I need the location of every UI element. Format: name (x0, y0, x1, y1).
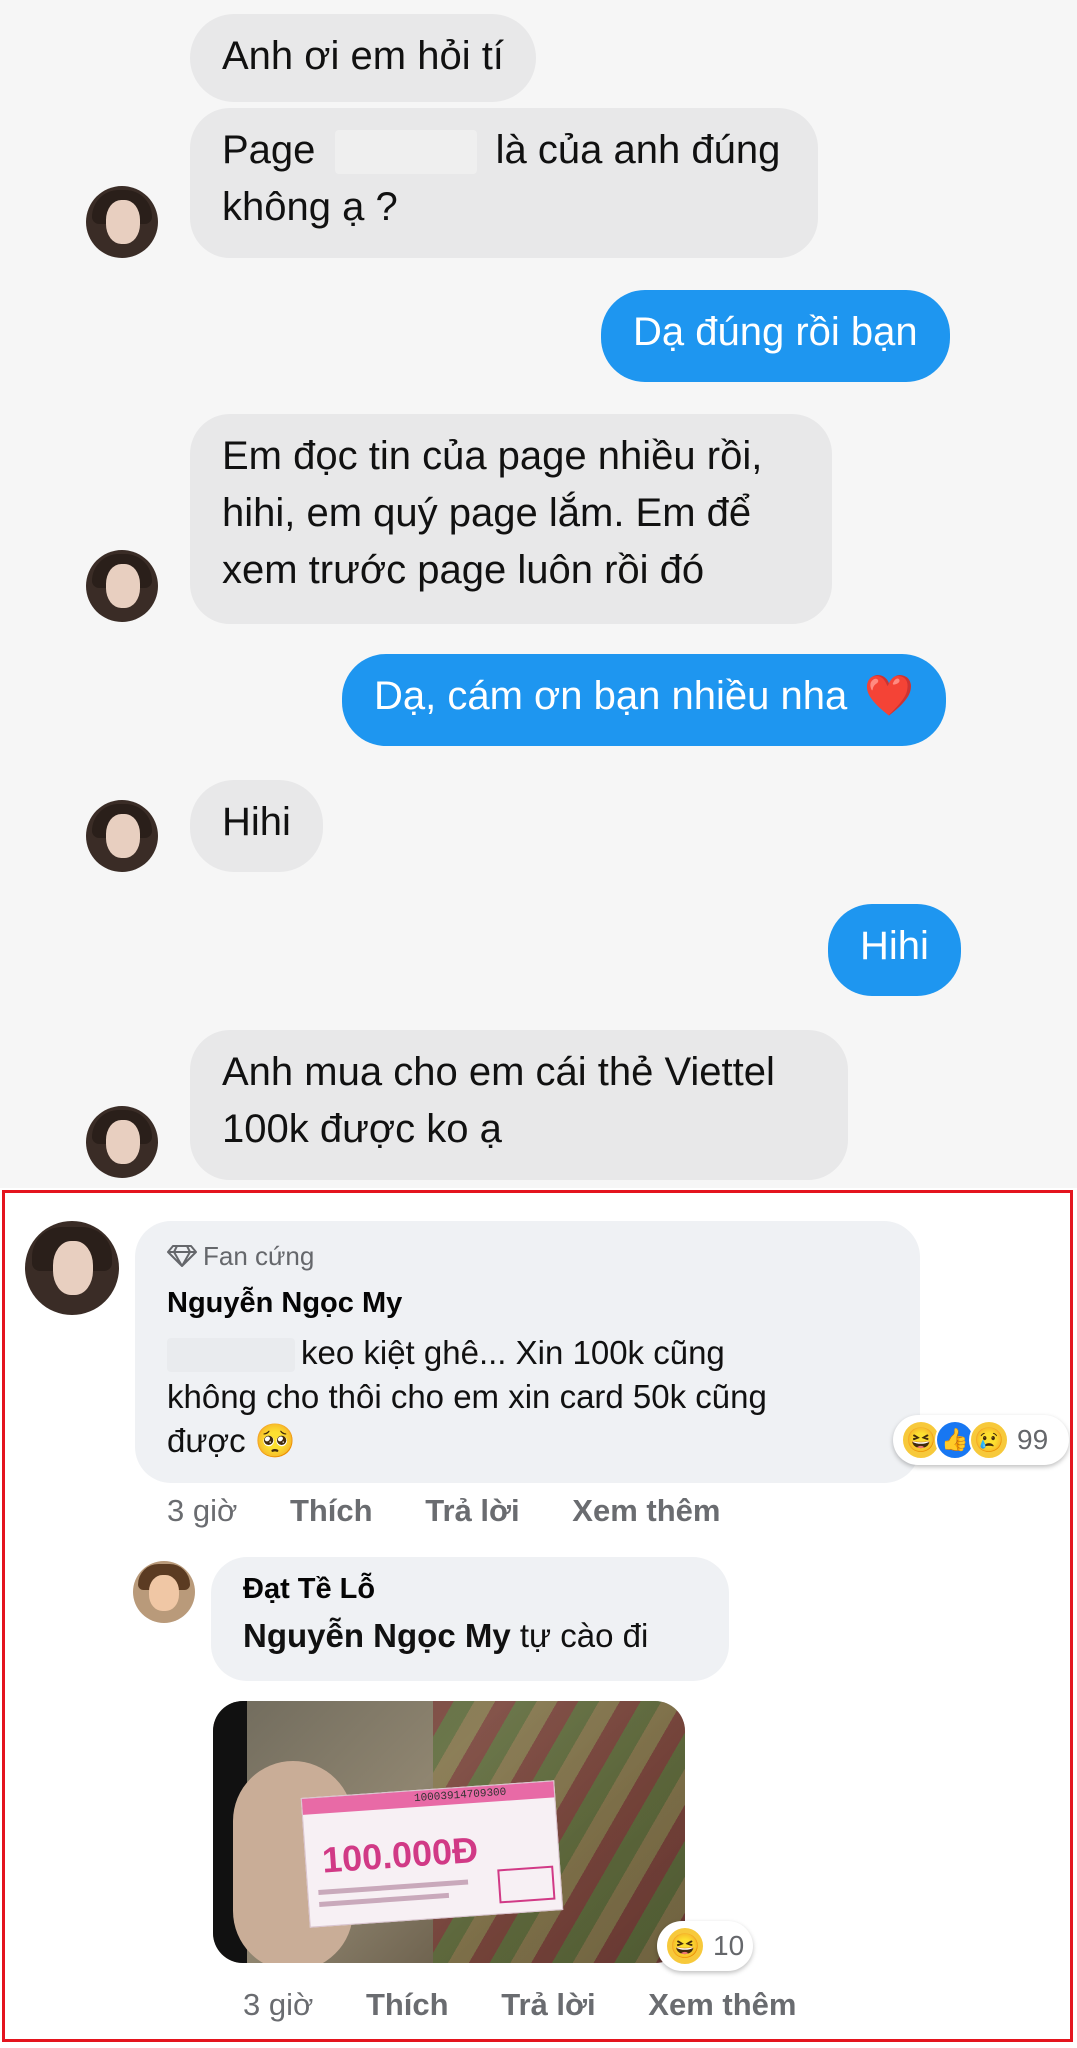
outgoing-message: Dạ đúng rồi bạn (601, 290, 950, 382)
message-text: xem trước page luôn rồi đó (222, 548, 705, 592)
scratch-card: 10003914709300 100.000Đ (300, 1780, 564, 1928)
incoming-message: Anh mua cho em cái thẻ Viettel 100k được… (190, 1030, 848, 1180)
comment-bubble: Fan cứng Nguyễn Ngọc My keo kiệt ghê... … (135, 1221, 920, 1483)
commenter-avatar[interactable] (25, 1221, 119, 1315)
reaction-count: 99 (1017, 1424, 1049, 1455)
message-text: là của anh đúng (495, 128, 781, 172)
message-text: Dạ, cám ơn bạn nhiều nha (374, 674, 848, 718)
message-text: không ạ ? (222, 185, 398, 229)
comment-reactions[interactable]: 😆 👍 😢 99 (893, 1415, 1069, 1465)
reply-body: Nguyễn Ngọc My tự cào đi (243, 1617, 649, 1654)
comment-body: keo kiệt ghê... Xin 100k cũng không cho … (167, 1334, 767, 1459)
see-more-link[interactable]: Xem thêm (648, 1987, 796, 2022)
message-text: hihi, em quý page lắm. Em để (222, 491, 752, 535)
facebook-comments: Fan cứng Nguyễn Ngọc My keo kiệt ghê... … (2, 1190, 1073, 2042)
comment-author[interactable]: Nguyễn Ngọc My (167, 1287, 402, 1320)
mention-link[interactable]: Nguyễn Ngọc My (243, 1617, 511, 1654)
haha-icon: 😆 (665, 1926, 705, 1966)
avatar[interactable] (86, 1106, 158, 1178)
redacted-name (167, 1338, 295, 1373)
reply-author[interactable]: Đạt Tề Lỗ (243, 1573, 375, 1606)
message-text: 100k được ko ạ (222, 1107, 502, 1151)
heart-emoji: ❤️ (864, 674, 915, 718)
card-value: 100.000Đ (320, 1828, 480, 1881)
incoming-message: Em đọc tin của page nhiều rồi, hihi, em … (190, 414, 832, 624)
pleading-emoji: 🥺 (254, 1422, 296, 1459)
outgoing-message: Hihi (828, 904, 961, 996)
incoming-message: Anh ơi em hỏi tí (190, 14, 536, 102)
message-text: Em đọc tin của page nhiều rồi, (222, 434, 763, 478)
reply-photo[interactable]: 10003914709300 100.000Đ (213, 1701, 685, 1963)
message-text: Anh ơi em hỏi tí (222, 34, 504, 78)
like-link[interactable]: Thích (366, 1987, 449, 2022)
messenger-chat: Anh ơi em hỏi tí Page là của anh đúng kh… (0, 0, 1077, 1188)
incoming-message: Hihi (190, 780, 323, 872)
badge-label: Fan cứng (203, 1241, 315, 1271)
avatar[interactable] (86, 800, 158, 872)
like-link[interactable]: Thích (290, 1493, 373, 1528)
message-text: Dạ đúng rồi bạn (633, 310, 918, 354)
outgoing-message: Dạ, cám ơn bạn nhiều nha ❤️ (342, 654, 947, 746)
message-text: Hihi (860, 924, 929, 968)
reaction-count: 10 (713, 1930, 745, 1961)
diamond-icon (167, 1245, 197, 1267)
fan-badge: Fan cứng (167, 1241, 314, 1272)
reply-actions: 3 giờ Thích Trả lời Xem thêm (243, 1987, 796, 2023)
message-text: Anh mua cho em cái thẻ Viettel (222, 1050, 775, 1094)
incoming-message: Page là của anh đúng không ạ ? (190, 108, 818, 258)
comment-actions: 3 giờ Thích Trả lời Xem thêm (167, 1493, 720, 1529)
avatar[interactable] (86, 186, 158, 258)
reply-bubble: Đạt Tề Lỗ Nguyễn Ngọc My tự cào đi (211, 1557, 729, 1681)
message-text: Page (222, 128, 316, 172)
reply-time: 3 giờ (243, 1987, 314, 2022)
message-text: Hihi (222, 800, 291, 844)
replier-avatar[interactable] (133, 1561, 195, 1623)
reply-link[interactable]: Trả lời (425, 1493, 519, 1528)
reply-link[interactable]: Trả lời (501, 1987, 595, 2022)
redacted-name (334, 130, 477, 175)
see-more-link[interactable]: Xem thêm (572, 1493, 720, 1528)
comment-time: 3 giờ (167, 1493, 238, 1528)
avatar[interactable] (86, 550, 158, 622)
sad-icon: 😢 (969, 1420, 1009, 1460)
reply-reactions[interactable]: 😆 10 (657, 1921, 753, 1971)
